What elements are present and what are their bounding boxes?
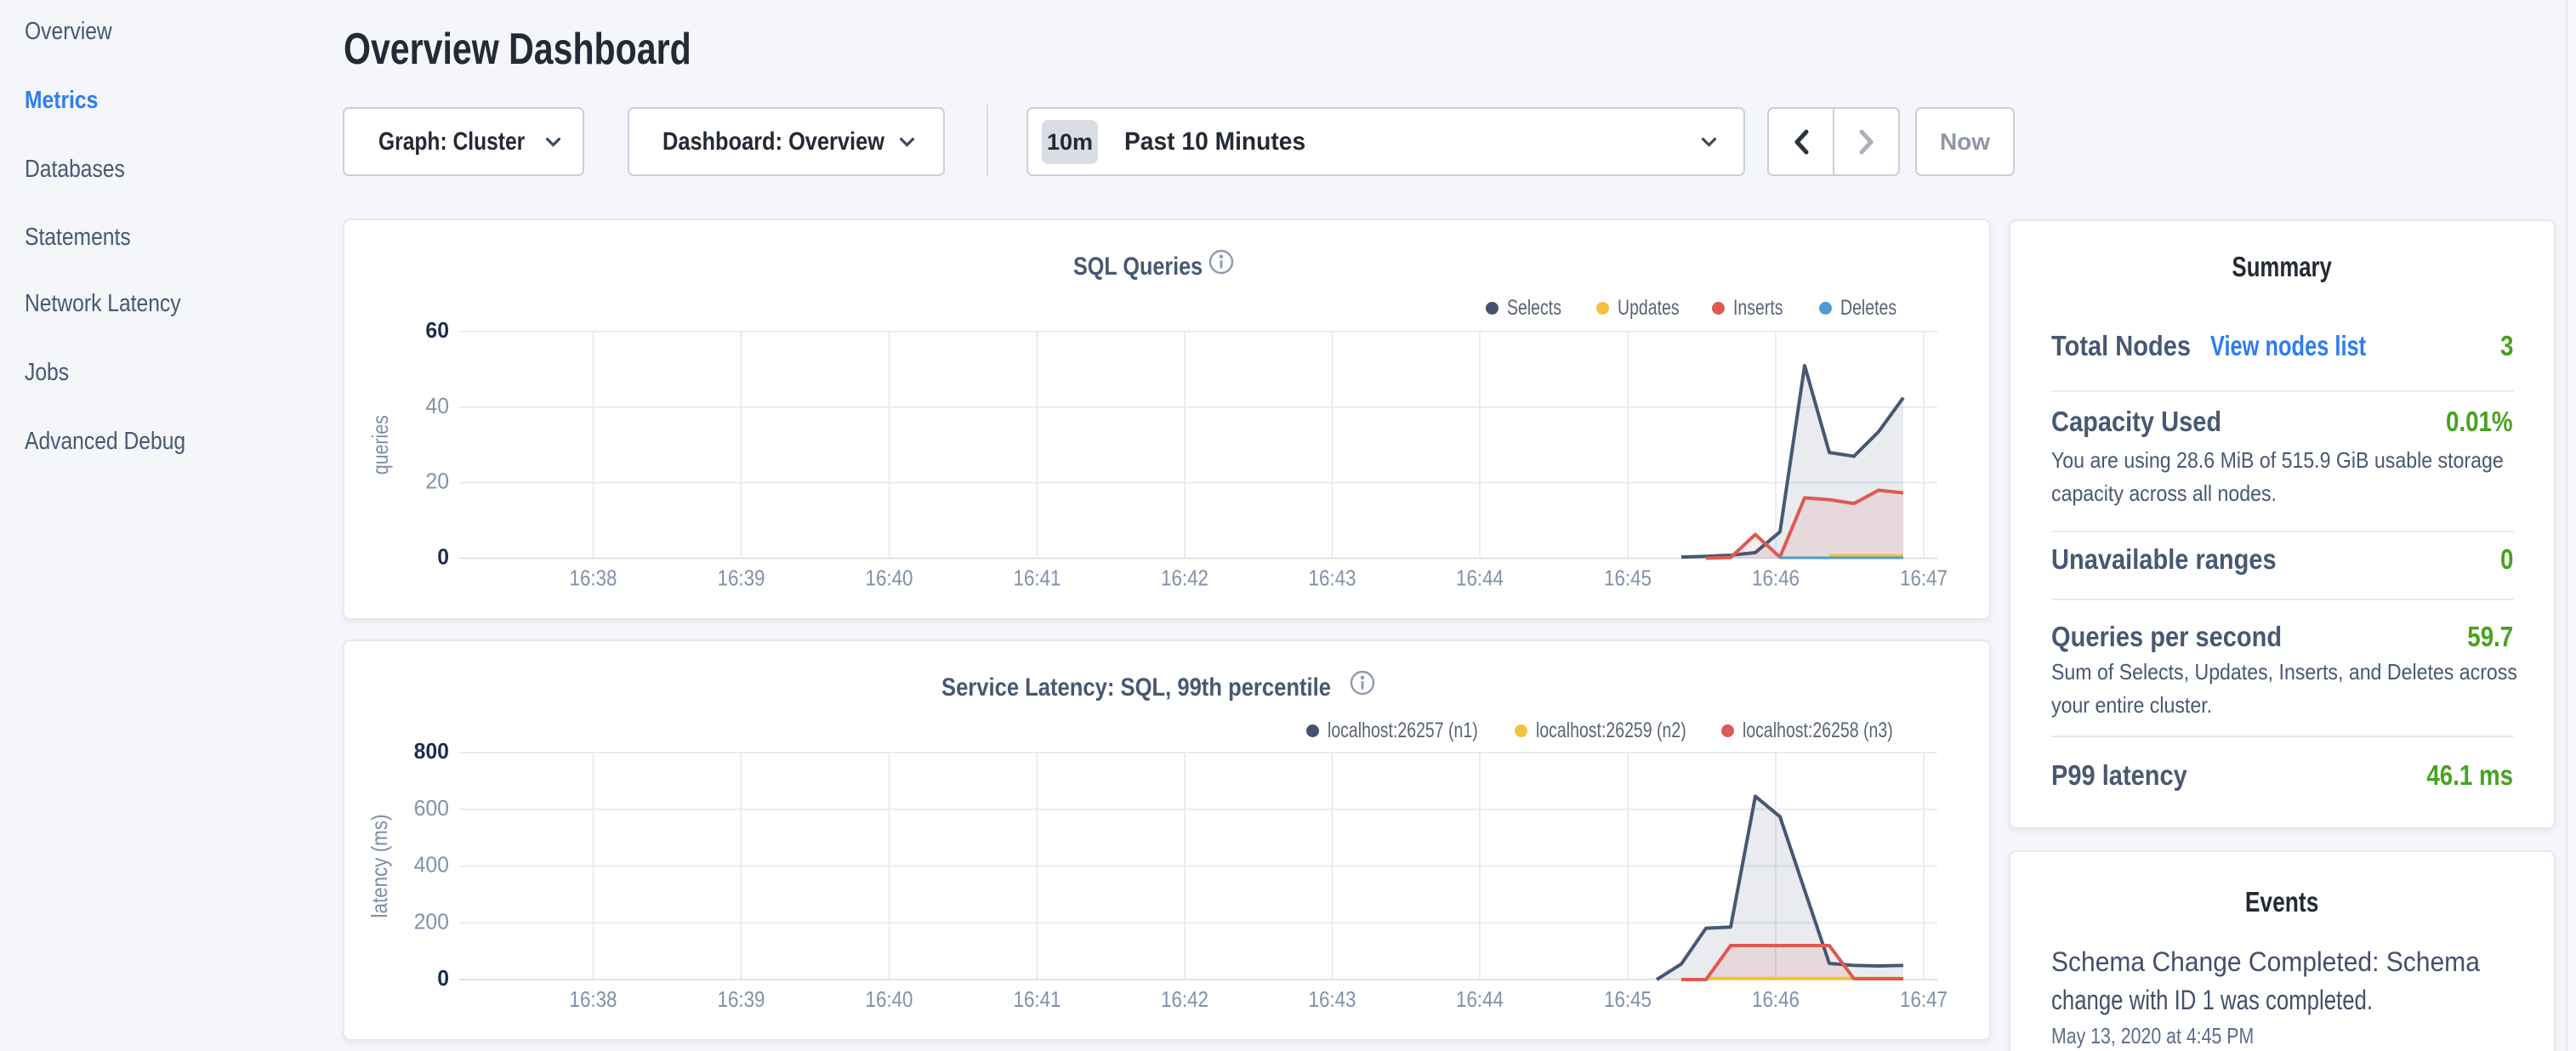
svg-text:16:44: 16:44 xyxy=(1456,986,1504,1012)
svg-text:latency (ms): latency (ms) xyxy=(367,815,392,918)
svg-text:40: 40 xyxy=(425,393,449,418)
svg-text:16:42: 16:42 xyxy=(1161,565,1208,591)
svg-text:16:47: 16:47 xyxy=(1900,986,1948,1012)
svg-text:600: 600 xyxy=(414,795,449,821)
svg-text:16:46: 16:46 xyxy=(1752,565,1800,591)
svg-text:0: 0 xyxy=(437,965,449,991)
svg-text:16:43: 16:43 xyxy=(1309,986,1356,1012)
svg-text:16:47: 16:47 xyxy=(1900,565,1948,591)
svg-text:16:38: 16:38 xyxy=(570,986,617,1012)
svg-text:16:40: 16:40 xyxy=(866,565,913,591)
svg-text:16:46: 16:46 xyxy=(1752,986,1800,1012)
svg-text:16:43: 16:43 xyxy=(1309,565,1356,591)
svg-text:16:44: 16:44 xyxy=(1456,565,1504,591)
svg-text:16:39: 16:39 xyxy=(718,565,765,591)
svg-text:16:41: 16:41 xyxy=(1014,565,1061,591)
svg-text:16:42: 16:42 xyxy=(1161,986,1208,1012)
svg-text:16:40: 16:40 xyxy=(866,986,913,1012)
svg-text:20: 20 xyxy=(425,469,449,494)
svg-text:queries: queries xyxy=(367,415,393,474)
svg-text:60: 60 xyxy=(425,317,449,343)
svg-text:16:38: 16:38 xyxy=(570,565,617,591)
svg-text:16:39: 16:39 xyxy=(718,986,765,1012)
svg-text:16:41: 16:41 xyxy=(1014,986,1061,1012)
svg-text:16:45: 16:45 xyxy=(1604,986,1652,1012)
svg-text:400: 400 xyxy=(414,852,449,878)
svg-text:16:45: 16:45 xyxy=(1604,565,1652,591)
svg-text:800: 800 xyxy=(414,738,449,764)
svg-text:200: 200 xyxy=(414,908,449,934)
svg-text:0: 0 xyxy=(437,544,449,570)
